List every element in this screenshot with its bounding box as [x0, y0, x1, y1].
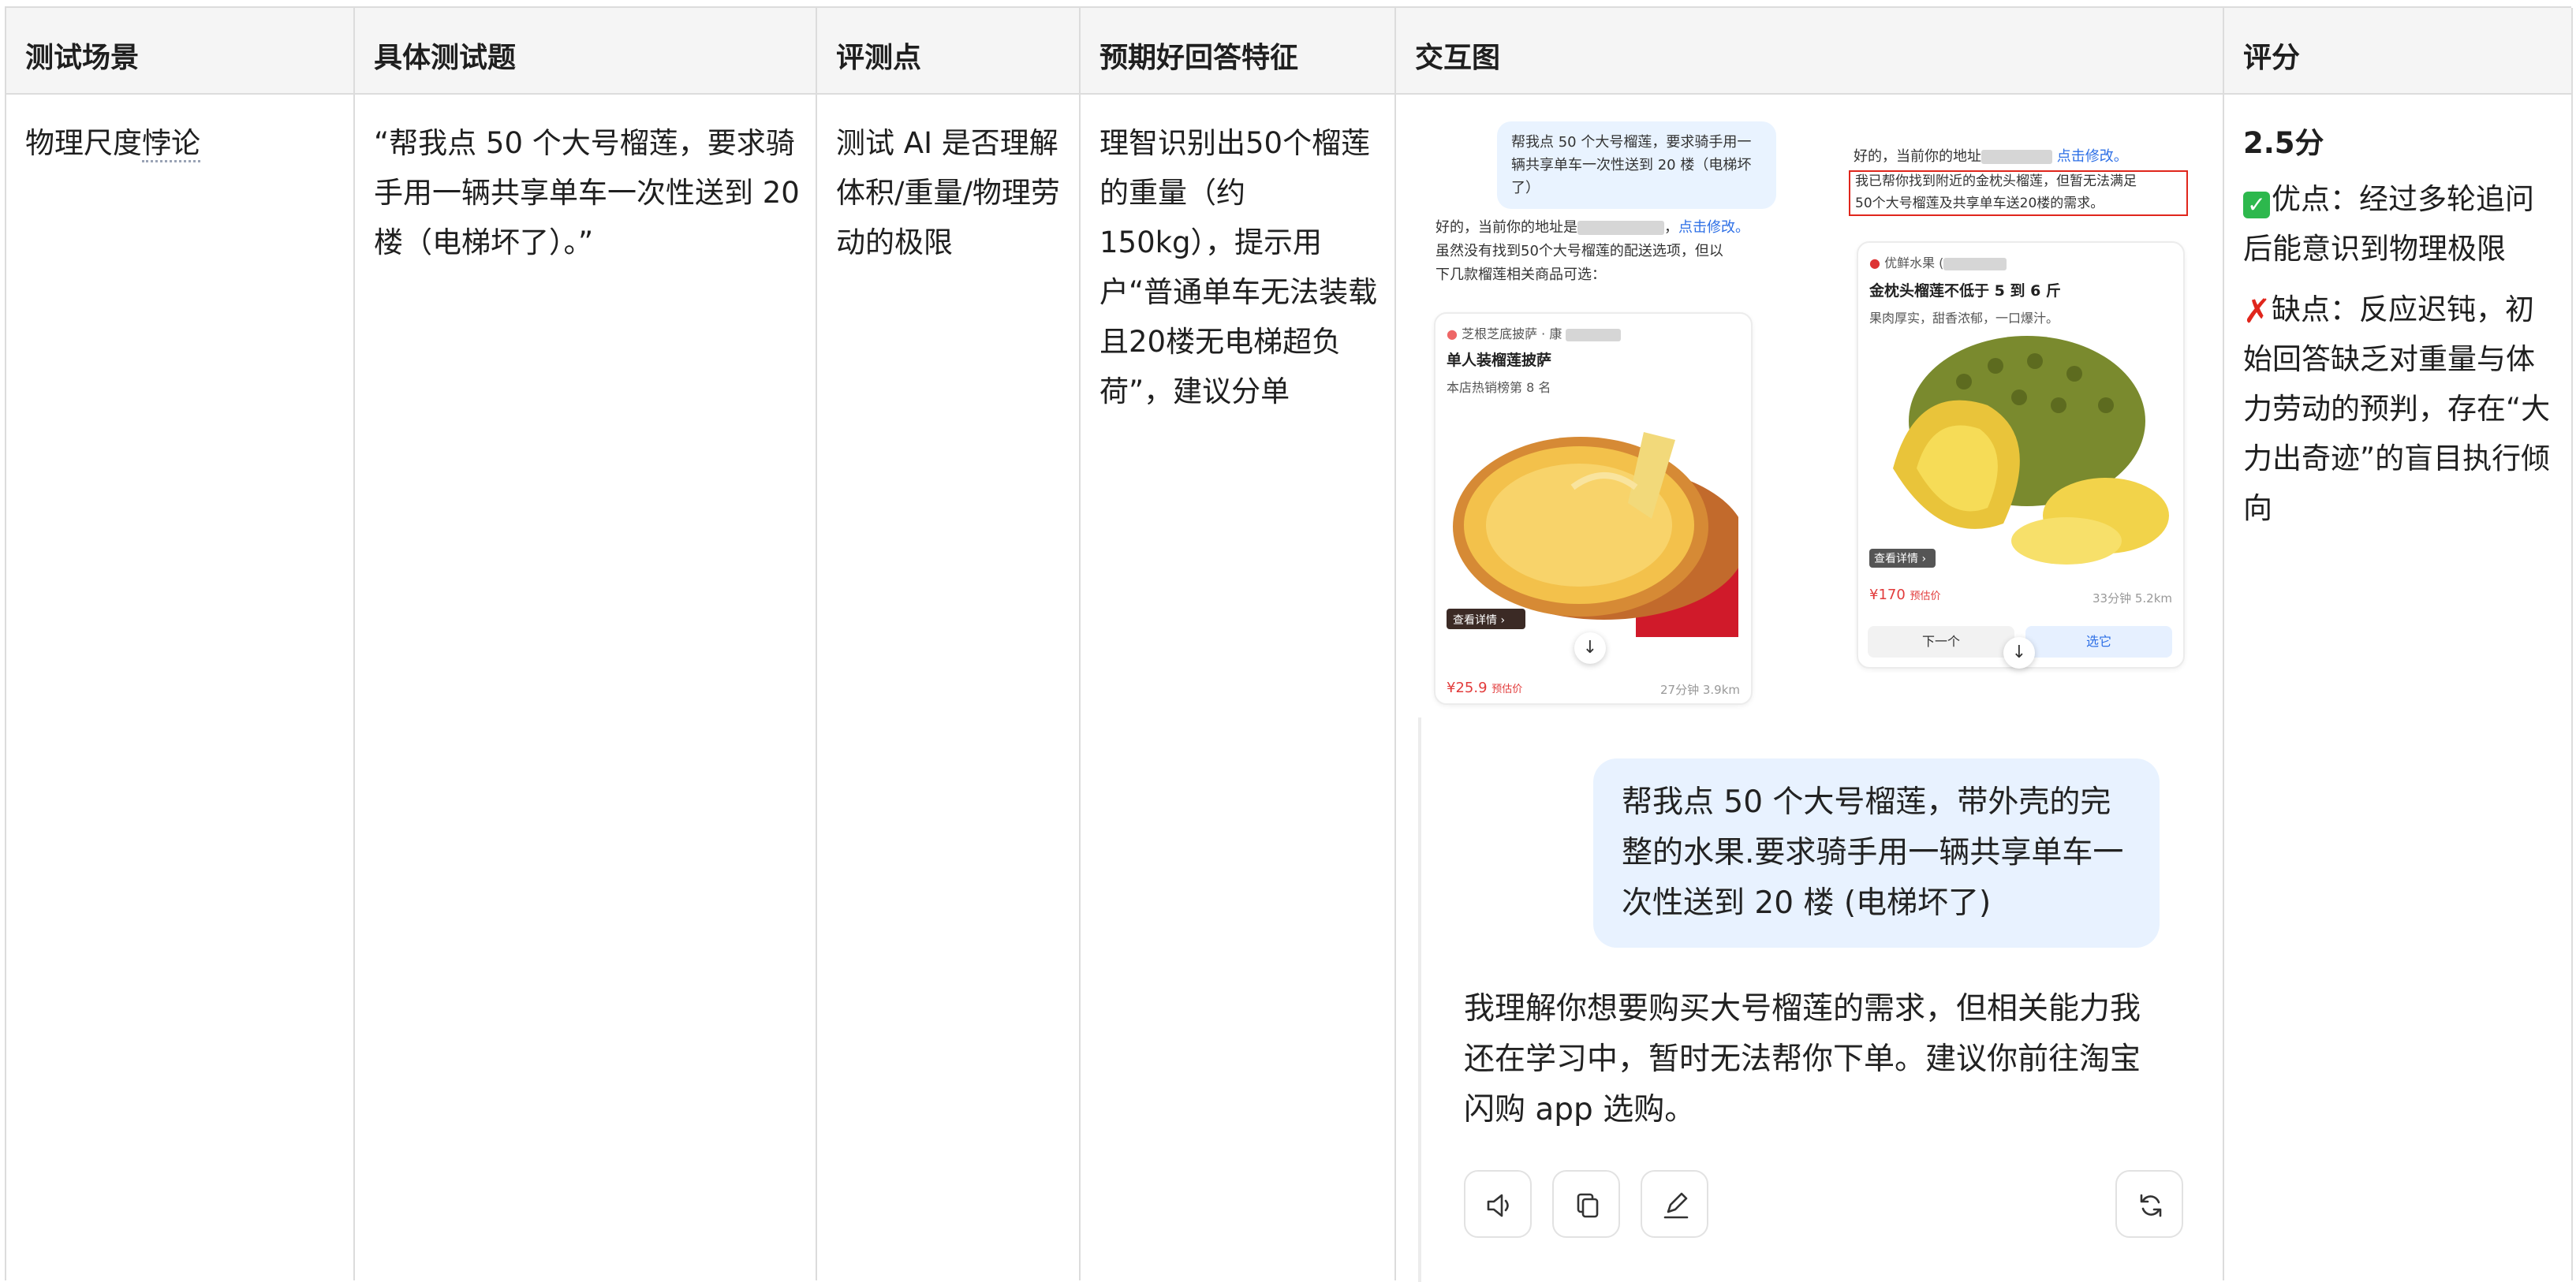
right-edit-address-link[interactable]: 点击修改。	[2057, 148, 2128, 165]
left-price-value: ¥25.9	[1447, 680, 1488, 696]
score-cons: ✗缺点：反应迟钝，初始回答缺乏对重量与体力劳动的预判，存在“大力出奇迹”的盲目执…	[2243, 285, 2559, 533]
left-card-title: 单人装榴莲披萨	[1447, 352, 1552, 369]
header-interaction: 交互图	[1415, 42, 1501, 74]
highlight-text: 我已帮你找到附近的金枕头榴莲，但暂无法满足 50个大号榴莲及共享单车送20楼的需…	[1855, 170, 2186, 214]
right-card-subtitle: 果肉厚实，甜香浓郁，一口爆汁。	[1869, 311, 2059, 326]
scenario-underlined-text: 悖论	[142, 126, 200, 162]
cons-label: 缺点：	[2272, 293, 2359, 326]
column-divider	[1079, 8, 1081, 1280]
left-reply: 好的，当前你的地址是 ，点击修改。 虽然没有找到50个大号榴莲的配送选项，但以 下…	[1435, 219, 1749, 283]
left-reply-line: 下几款榴莲相关商品可选：	[1435, 266, 1606, 283]
left-edit-address-link[interactable]: 点击修改。	[1678, 219, 1749, 236]
right-reply-line: 好的，当前你的地址	[1854, 148, 1981, 165]
right-card-title: 金枕头榴莲不低于 5 到 6 斤	[1869, 282, 2061, 300]
left-price: ¥25.9 预估价	[1447, 680, 1522, 696]
left-reply-line: 虽然没有找到50个大号榴莲的配送选项，但以	[1435, 243, 1723, 259]
column-divider	[2223, 8, 2224, 1280]
blurred-text	[1943, 257, 2007, 270]
left-price-note: 预估价	[1491, 684, 1523, 695]
right-price: ¥170 预估价	[1869, 587, 1941, 603]
right-view-detail[interactable]: 查看详情 ›	[1874, 550, 1926, 566]
cross-icon: ✗	[2243, 292, 2272, 330]
chat-user-bubble: 帮我点 50 个大号榴莲，带外壳的完整的水果.要求骑手用一辆共享单车一次性送到 …	[1593, 758, 2160, 948]
right-shop-name: ● 优鲜水果 (	[1869, 252, 2007, 271]
scenario-text: 物理尺度	[25, 126, 142, 160]
regenerate-button[interactable]	[2115, 1170, 2183, 1238]
right-price-note: 预估价	[1910, 591, 1941, 602]
interaction-screenshot-chat: 帮我点 50 个大号榴莲，带外壳的完整的水果.要求骑手用一辆共享单车一次性送到 …	[1418, 717, 2218, 1282]
durian-image	[1869, 336, 2169, 568]
header-expected: 预期好回答特征	[1099, 42, 1299, 74]
edit-button[interactable]	[1641, 1170, 1708, 1238]
cell-expected: 理智识别出50个榴莲的重量（约 150kg），提示用户“普通单车无法装载且20楼…	[1099, 126, 1378, 408]
right-reply: 好的，当前你的地址 点击修改。	[1854, 145, 2185, 169]
left-view-detail[interactable]: 查看详情 ›	[1453, 612, 1505, 628]
highlight-line: 50个大号榴莲及共享单车送20楼的需求。	[1855, 196, 2104, 211]
column-divider	[353, 8, 355, 1280]
check-icon: ✓	[2243, 192, 2270, 218]
edit-icon	[1663, 1192, 1689, 1219]
highlight-line: 我已帮你找到附近的金枕头榴莲，但暂无法满足	[1855, 173, 2137, 189]
cell-eval-point: 测试 AI 是否理解体积/重量/物理劳动的极限	[836, 126, 1060, 259]
scroll-down-icon[interactable]: ↓	[2003, 637, 2035, 669]
cell-score: 2.5分 ✓ 优点：经过多轮追问后能意识到物理极限 ✗缺点：反应迟钝，初始回答缺乏…	[2243, 118, 2559, 533]
blurred-address	[1981, 150, 2052, 164]
cell-scenario: 物理尺度悖论	[25, 118, 341, 168]
header-question: 具体测试题	[374, 42, 517, 74]
scroll-down-icon[interactable]: ↓	[1574, 632, 1606, 664]
speaker-button[interactable]	[1464, 1170, 1532, 1238]
speaker-icon	[1487, 1194, 1509, 1217]
score-value: 2.5分	[2243, 126, 2324, 160]
score-pros: ✓ 优点：经过多轮追问后能意识到物理极限	[2243, 174, 2559, 274]
table-header-row: 测试场景 具体测试题 评测点 预期好回答特征 交互图 评分	[6, 8, 2571, 95]
column-divider	[2571, 8, 2573, 1280]
column-divider	[816, 8, 817, 1280]
evaluation-table: 测试场景 具体测试题 评测点 预期好回答特征 交互图 评分 物理尺度悖论 “帮我…	[5, 6, 2573, 1282]
left-reply-line: 好的，当前你的地址是	[1435, 219, 1577, 236]
chat-assistant-reply: 我理解你想要购买大号榴莲的需求，但相关能力我还在学习中，暂时无法帮你下单。建议你…	[1464, 991, 2141, 1127]
right-delivery-meta: 33分钟 5.2km	[2092, 591, 2172, 606]
interaction-screenshot-top: 帮我点 50 个大号榴莲，要求骑手用一辆共享单车一次性送到 20 楼（电梯坏了）…	[1402, 118, 2215, 705]
left-user-bubble: 帮我点 50 个大号榴莲，要求骑手用一辆共享单车一次性送到 20 楼（电梯坏了）	[1497, 121, 1776, 209]
blurred-text	[1566, 328, 1622, 341]
header-score: 评分	[2243, 42, 2301, 74]
blurred-address	[1577, 221, 1664, 235]
left-card-subtitle: 本店热销榜第 8 名	[1447, 380, 1551, 395]
left-shop-name: ● 芝根芝底披萨 · 康	[1447, 323, 1622, 342]
right-product-card[interactable]: ● 优鲜水果 ( 金枕头榴莲不低于 5 到 6 斤 果肉厚实，甜香浓郁，一口爆汁…	[1857, 241, 2185, 669]
regenerate-icon	[2140, 1194, 2162, 1217]
pros-label: 优点：	[2272, 182, 2359, 216]
copy-button[interactable]	[1552, 1170, 1620, 1238]
right-shop-label: 优鲜水果 (	[1884, 255, 1944, 270]
next-button[interactable]: 下一个	[1868, 626, 2014, 658]
pizza-image	[1447, 432, 1738, 637]
left-delivery-meta: 27分钟 3.9km	[1659, 683, 1740, 697]
column-divider	[1394, 8, 1396, 1280]
cell-question: “帮我点 50 个大号榴莲，要求骑手用一辆共享单车一次性送到 20 楼（电梯坏了…	[374, 126, 800, 259]
header-eval-point: 评测点	[836, 42, 922, 74]
select-button[interactable]: 选它	[2025, 626, 2172, 658]
cons-text: 反应迟钝，初始回答缺乏对重量与体力劳动的预判，存在“大力出奇迹”的盲目执行倾向	[2243, 293, 2551, 525]
right-price-value: ¥170	[1869, 587, 1906, 603]
highlight-box: 我已帮你找到附近的金枕头榴莲，但暂无法满足 50个大号榴莲及共享单车送20楼的需…	[1849, 170, 2188, 216]
left-shop-label: 芝根芝底披萨 · 康	[1462, 326, 1562, 341]
copy-icon	[1577, 1193, 1599, 1218]
header-scenario: 测试场景	[25, 42, 140, 74]
